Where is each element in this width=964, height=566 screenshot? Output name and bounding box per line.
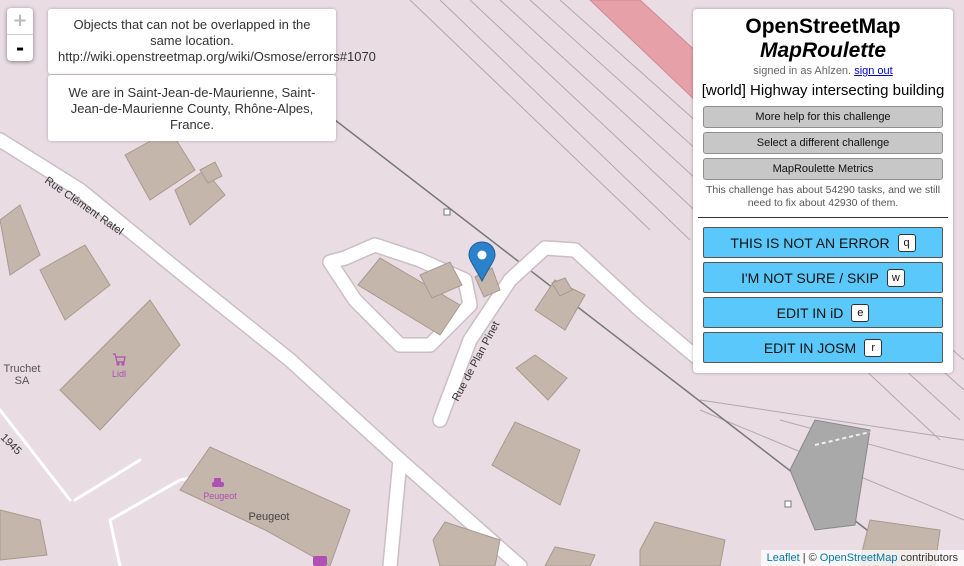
challenge-stats: This challenge has about 54290 tasks, an… — [705, 184, 941, 209]
station-building — [789, 419, 871, 531]
leaflet-link[interactable]: Leaflet — [767, 552, 800, 564]
zoom-in-button[interactable]: + — [7, 8, 33, 35]
location-text: We are in Saint-Jean-de-Maurienne, Saint… — [68, 85, 316, 132]
location-box: We are in Saint-Jean-de-Maurienne, Saint… — [48, 75, 336, 141]
control-panel: OpenStreetMap MapRoulette signed in as A… — [693, 9, 953, 373]
attribution-contributors: contributors — [900, 552, 958, 564]
skip-button[interactable]: I'M NOT SURE / SKIP w — [703, 262, 943, 293]
shortcut-key-w: w — [886, 269, 905, 288]
more-help-button[interactable]: More help for this challenge — [703, 106, 943, 128]
poi-peugeot-small: Peugeot — [203, 491, 237, 501]
poi-truchet-sa: Truchet SA — [4, 363, 41, 387]
signed-in-status: signed in as Ahlzen. sign out — [693, 65, 953, 78]
not-an-error-label: THIS IS NOT AN ERROR — [730, 234, 890, 251]
zoom-out-button[interactable]: - — [7, 35, 33, 61]
signed-in-text: signed in as Ahlzen. — [753, 65, 852, 77]
poi-truchet-sa-line2: SA — [15, 375, 30, 387]
error-description-box: Objects that can not be overlapped in th… — [48, 9, 376, 74]
shortcut-key-e: e — [851, 304, 870, 323]
zoom-control: + - — [7, 8, 33, 61]
skip-label: I'M NOT SURE / SKIP — [741, 269, 879, 286]
edit-in-id-button[interactable]: EDIT IN iD e — [703, 297, 943, 328]
car-icon-2 — [313, 556, 327, 566]
attribution-separator: | © — [802, 552, 817, 564]
challenge-title: [world] Highway intersecting building — [701, 82, 945, 99]
app-title-maproulette: MapRoulette — [760, 39, 886, 62]
openstreetmap-link[interactable]: OpenStreetMap — [820, 552, 898, 564]
edit-in-josm-button[interactable]: EDIT IN JOSM r — [703, 332, 943, 363]
app-title-osm: OpenStreetMap — [745, 15, 901, 38]
sign-out-link[interactable]: sign out — [854, 65, 893, 77]
shortcut-key-r: r — [864, 339, 883, 358]
select-challenge-button[interactable]: Select a different challenge — [703, 132, 943, 154]
shortcut-key-q: q — [897, 234, 916, 253]
edit-in-josm-label: EDIT IN JOSM — [763, 339, 857, 356]
map-attribution: Leaflet | © OpenStreetMap contributors — [760, 550, 964, 566]
not-an-error-button[interactable]: THIS IS NOT AN ERROR q — [703, 227, 943, 258]
metrics-button[interactable]: MapRoulette Metrics — [703, 158, 943, 180]
poi-peugeot: Peugeot — [249, 511, 290, 523]
poi-lidl: Lidl — [112, 369, 126, 379]
edit-in-id-label: EDIT IN iD — [776, 304, 844, 321]
error-description-text: Objects that can not be overlapped in th… — [58, 17, 376, 64]
highway-red — [589, 0, 701, 107]
